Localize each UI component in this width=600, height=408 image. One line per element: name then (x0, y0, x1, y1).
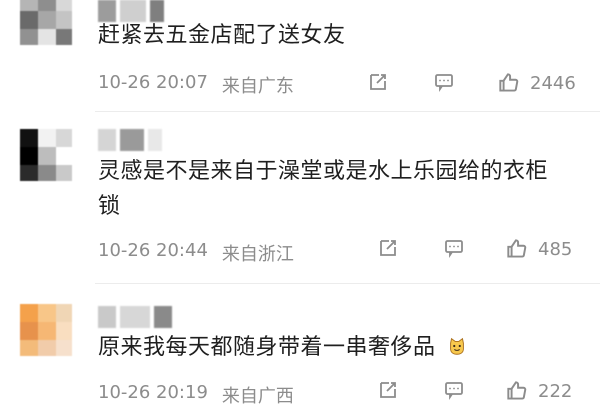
share-icon (366, 70, 390, 94)
avatar-pixel (20, 11, 38, 29)
avatar-pixel (56, 0, 72, 11)
avatar-pixel (56, 147, 72, 165)
avatar-pixel (38, 322, 56, 340)
avatar-pixel (20, 147, 38, 165)
share-icon (376, 236, 400, 260)
avatar-pixel (38, 147, 56, 165)
share-icon (376, 378, 400, 402)
divider (95, 111, 600, 112)
avatar-pixel (20, 0, 38, 11)
like-icon (496, 70, 522, 96)
like-icon (504, 378, 530, 404)
share-button[interactable] (376, 236, 400, 260)
like-count: 222 (538, 380, 573, 402)
avatar-pixel (38, 165, 56, 181)
comment-location: 来自浙江 (221, 244, 294, 265)
comment-text: 原来我每天都随身带着一串奢侈品 (98, 330, 568, 365)
avatar-pixel (56, 304, 72, 322)
comment-button[interactable] (432, 70, 456, 94)
avatar-pixel (20, 129, 38, 147)
comment-text: 赶紧去五金店配了送女友 (98, 23, 346, 48)
avatar-pixel (56, 340, 72, 356)
comment-time: 10-26 20:19 (98, 382, 208, 403)
avatar-pixel (56, 322, 72, 340)
avatar-pixel (20, 165, 38, 181)
avatar-pixel (20, 322, 38, 340)
avatar-pixel (20, 29, 38, 45)
avatar-pixel (38, 11, 56, 29)
comment-icon (442, 378, 466, 402)
avatar-pixel (56, 165, 72, 181)
like-button[interactable]: 485 (504, 236, 572, 262)
avatar-pixel (56, 129, 72, 147)
avatar-pixel (56, 29, 72, 45)
comment-text-content: 原来我每天都随身带着一串奢侈品 (98, 335, 436, 360)
comment-time: 10-26 20:44 (98, 240, 208, 261)
comment-icon (442, 236, 466, 260)
avatar[interactable] (20, 129, 72, 181)
avatar-pixel (20, 340, 38, 356)
like-icon (504, 236, 530, 262)
comment-time: 10-26 20:07 (98, 72, 208, 93)
username[interactable] (98, 129, 218, 151)
avatar-pixel (38, 29, 56, 45)
comment-text: 灵感是不是来自于澡堂或是水上乐园给的衣柜锁 (98, 159, 549, 219)
avatar-pixel (38, 340, 56, 356)
avatar-pixel (38, 0, 56, 11)
avatar[interactable] (20, 0, 72, 45)
avatar-pixel (20, 304, 38, 322)
share-button[interactable] (376, 378, 400, 402)
avatar-pixel (38, 304, 56, 322)
comment-icon (432, 70, 456, 94)
divider (95, 283, 600, 284)
avatar[interactable] (20, 304, 72, 356)
cat-emoji-icon (446, 333, 468, 355)
comment-button[interactable] (442, 378, 466, 402)
like-button[interactable]: 2446 (496, 70, 576, 96)
comment-location: 来自广东 (221, 76, 294, 97)
like-count: 2446 (530, 72, 576, 94)
comment-meta: 10-26 20:07 来自广东 (98, 72, 294, 98)
username[interactable] (98, 306, 218, 328)
comment-location: 来自广西 (221, 386, 294, 407)
comment-button[interactable] (442, 236, 466, 260)
avatar-pixel (38, 129, 56, 147)
comment-meta: 10-26 20:44 来自浙江 (98, 240, 294, 266)
share-button[interactable] (366, 70, 390, 94)
avatar-pixel (56, 11, 72, 29)
comment-meta: 10-26 20:19 来自广西 (98, 382, 294, 408)
like-count: 485 (538, 238, 573, 260)
like-button[interactable]: 222 (504, 378, 572, 404)
